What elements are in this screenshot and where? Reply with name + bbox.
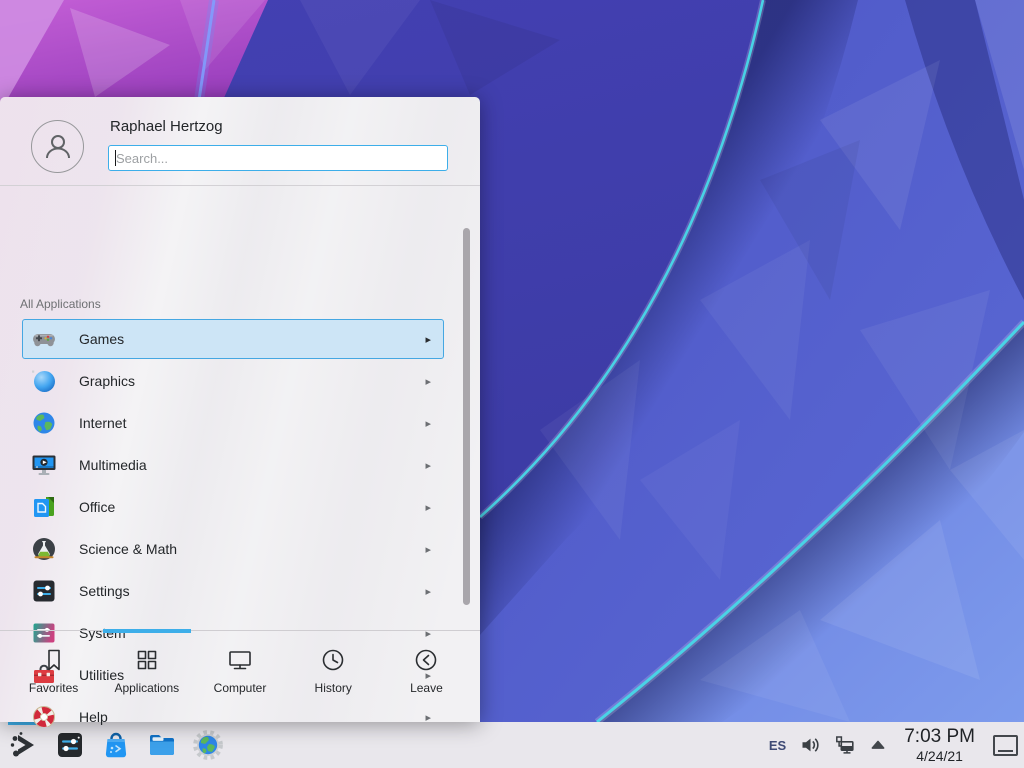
tab-label: Computer	[214, 681, 267, 695]
search-input[interactable]	[108, 145, 448, 171]
computer-icon	[226, 646, 254, 674]
scrollbar-thumb[interactable]	[463, 228, 470, 605]
keyboard-layout-indicator[interactable]: ES	[769, 738, 786, 753]
search-field	[108, 145, 448, 171]
clock-date: 4/24/21	[904, 749, 975, 763]
category-science-math[interactable]: Science & Math ▸	[22, 529, 444, 569]
tab-leave[interactable]: Leave	[380, 646, 473, 722]
user-icon	[41, 130, 75, 164]
category-label: Science & Math	[79, 541, 177, 557]
chevron-right-icon: ▸	[425, 543, 431, 556]
flask-icon	[31, 536, 57, 562]
tab-favorites[interactable]: Favorites	[7, 646, 100, 722]
category-graphics[interactable]: Graphics ▸	[22, 361, 444, 401]
kickoff-icon	[8, 729, 40, 761]
leave-icon	[412, 646, 440, 674]
globe-gear-icon	[192, 729, 224, 761]
category-internet[interactable]: Internet ▸	[22, 403, 444, 443]
discover-button[interactable]	[100, 729, 132, 761]
tab-label: Applications	[114, 681, 179, 695]
tab-label: Leave	[410, 681, 443, 695]
text-caret	[115, 150, 116, 166]
category-office[interactable]: Office ▸	[22, 487, 444, 527]
application-launcher-menu: Raphael Hertzog All Applications	[0, 97, 480, 722]
avatar[interactable]	[31, 120, 84, 173]
monitor-play-icon	[31, 452, 57, 478]
expand-tray-icon[interactable]	[869, 736, 887, 754]
category-label: Internet	[79, 415, 126, 431]
category-label: Multimedia	[79, 457, 147, 473]
category-multimedia[interactable]: Multimedia ▸	[22, 445, 444, 485]
taskbar: ES	[0, 722, 1024, 768]
system-settings-button[interactable]	[54, 729, 86, 761]
discover-bag-icon	[100, 729, 132, 761]
sliders-icon	[31, 578, 57, 604]
chevron-right-icon: ▸	[425, 501, 431, 514]
settings-app-icon	[54, 729, 86, 761]
network-icon[interactable]	[834, 734, 856, 756]
folder-icon	[146, 729, 178, 761]
globe-icon	[31, 410, 57, 436]
clock-time: 7:03 PM	[904, 727, 975, 746]
category-settings[interactable]: Settings ▸	[22, 571, 444, 611]
chevron-right-icon: ▸	[425, 459, 431, 472]
category-label: Graphics	[79, 373, 135, 389]
active-tab-indicator	[103, 629, 191, 633]
chevron-right-icon: ▸	[425, 417, 431, 430]
tab-computer[interactable]: Computer	[193, 646, 286, 722]
tab-applications[interactable]: Applications	[100, 646, 193, 722]
tab-history[interactable]: History	[287, 646, 380, 722]
desktop: Raphael Hertzog All Applications	[0, 0, 1024, 768]
user-name: Raphael Hertzog	[110, 118, 223, 135]
documents-icon	[31, 494, 57, 520]
chevron-right-icon: ▸	[425, 333, 431, 346]
launcher-tab-bar: Favorites Applications Computer Hist	[0, 630, 480, 722]
chevron-right-icon: ▸	[425, 375, 431, 388]
app-launcher-button[interactable]	[8, 729, 40, 761]
grid-icon	[133, 646, 161, 674]
system-tray: ES	[769, 722, 1018, 768]
taskbar-pinned-apps	[8, 722, 224, 768]
category-games[interactable]: Games ▸	[22, 319, 444, 359]
show-desktop-button[interactable]	[993, 735, 1018, 756]
category-label: Settings	[79, 583, 130, 599]
web-browser-button[interactable]	[192, 729, 224, 761]
section-label: All Applications	[20, 297, 101, 311]
category-label: Games	[79, 331, 124, 347]
tab-label: History	[315, 681, 352, 695]
ball-icon	[31, 368, 57, 394]
tab-label: Favorites	[29, 681, 78, 695]
clock-icon	[319, 646, 347, 674]
volume-icon[interactable]	[799, 734, 821, 756]
category-label: Office	[79, 499, 115, 515]
digital-clock[interactable]: 7:03 PM 4/24/21	[904, 727, 975, 763]
chevron-right-icon: ▸	[425, 585, 431, 598]
gamepad-icon	[31, 326, 57, 352]
file-manager-button[interactable]	[146, 729, 178, 761]
launcher-header: Raphael Hertzog	[0, 97, 480, 186]
bookmark-icon	[40, 646, 68, 674]
